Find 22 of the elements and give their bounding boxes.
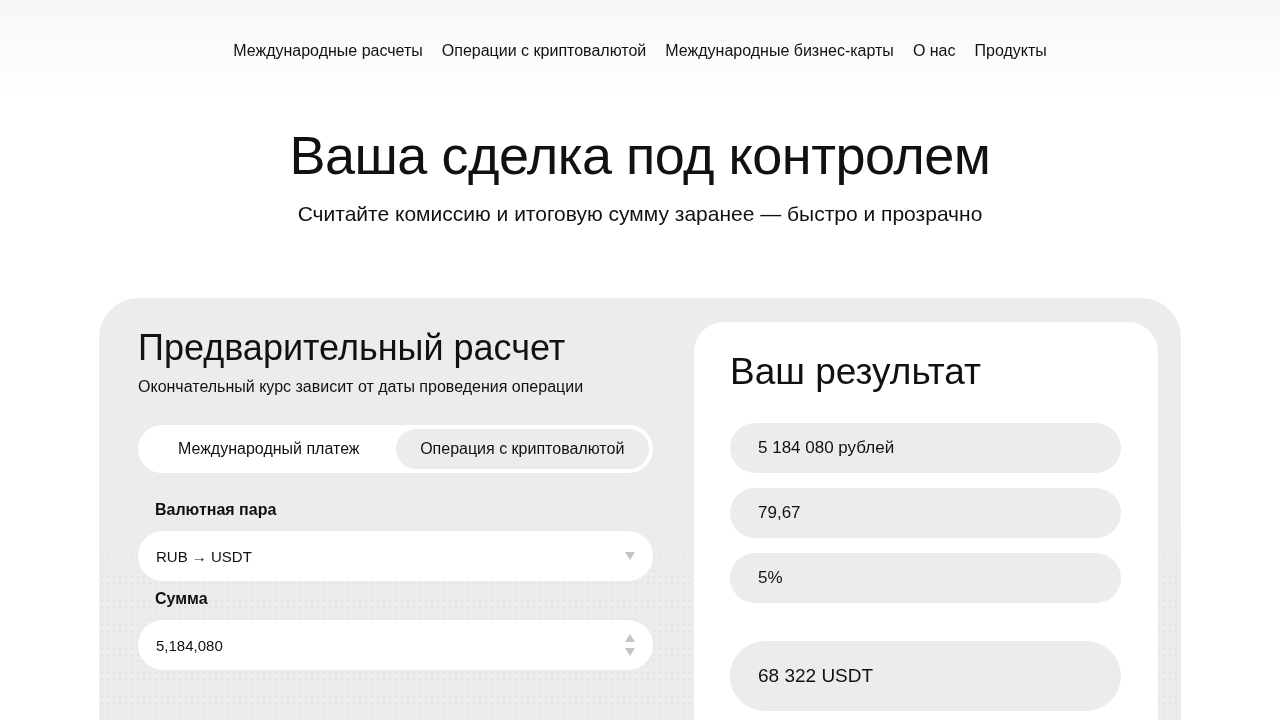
calculator-title: Предварительный расчет bbox=[138, 326, 567, 370]
mode-tab[interactable]: Международный платеж bbox=[142, 429, 396, 469]
currency-pair-select[interactable]: RUB → USDT bbox=[138, 531, 653, 581]
result-field: 5% bbox=[730, 553, 1121, 603]
field-label: Валютная пара bbox=[154, 500, 277, 520]
hero-subtitle: Считайте комиссию и итоговую сумму заранее — быстро и прозрачно bbox=[297, 201, 983, 227]
calculator-note: Окончательный курс зависит от даты проведения операции bbox=[138, 377, 585, 397]
mode-tab[interactable]: Операция с криптовалютой bbox=[395, 429, 649, 469]
result-title: Ваш результат bbox=[730, 350, 981, 394]
result-total-field: 68 322 USDT bbox=[730, 641, 1121, 711]
nav-link[interactable]: Продукты bbox=[974, 40, 1047, 62]
nav-link[interactable]: О нас bbox=[912, 40, 956, 62]
result-field: 79,67 bbox=[730, 488, 1121, 538]
nav-link[interactable]: Операции с криптовалютой bbox=[441, 40, 647, 62]
result-field: 5 184 080 рублей bbox=[730, 423, 1121, 473]
nav-link[interactable]: Международные бизнес-карты bbox=[665, 40, 894, 62]
nav-link[interactable]: Международные расчеты bbox=[233, 40, 423, 62]
hero-title: Ваша сделка под контролем bbox=[289, 124, 991, 186]
amount-input[interactable]: 5,184,080 bbox=[138, 620, 653, 670]
spinner-icon[interactable] bbox=[625, 634, 635, 656]
caret-icon bbox=[625, 552, 635, 560]
field-label: Сумма bbox=[154, 589, 208, 609]
